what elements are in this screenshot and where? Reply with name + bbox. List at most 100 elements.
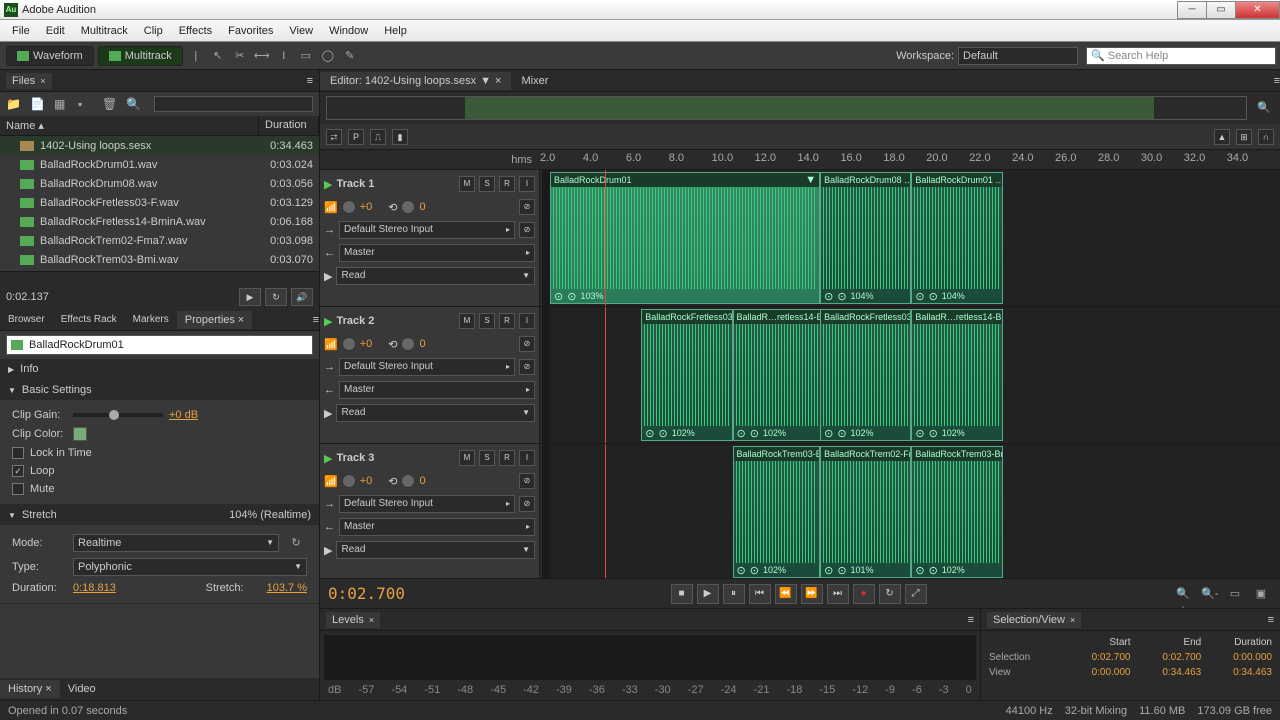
duration-column[interactable]: Duration xyxy=(259,116,319,135)
panel-menu-icon[interactable]: ≡ xyxy=(968,614,974,626)
volume-knob[interactable] xyxy=(342,337,356,351)
mute-checkbox[interactable] xyxy=(12,483,24,495)
menu-favorites[interactable]: Favorites xyxy=(220,22,281,40)
play-button[interactable]: ▶ xyxy=(697,584,719,604)
selview-tab[interactable]: Selection/View × xyxy=(987,612,1081,628)
playhead[interactable] xyxy=(605,170,606,306)
track-name[interactable]: Track 2 xyxy=(336,315,455,327)
pan-knob[interactable] xyxy=(401,200,415,214)
snap-button[interactable]: ▲ xyxy=(1214,129,1230,145)
file-row[interactable]: BalladRockTrem02-Fma7.wav0:03.098 xyxy=(0,231,319,250)
playhead[interactable] xyxy=(605,307,606,443)
arm-button[interactable]: R xyxy=(499,450,515,466)
mixer-tab[interactable]: Mixer xyxy=(511,72,558,90)
close-file-icon[interactable]: ▪ xyxy=(78,97,94,111)
arm-button[interactable]: R xyxy=(499,176,515,192)
automation-dropdown[interactable]: Read▼ xyxy=(336,267,535,285)
preview-play-button[interactable]: ▶ xyxy=(239,288,261,306)
fx-bypass-button[interactable]: ⊘ xyxy=(519,199,535,215)
forward-button[interactable]: ⏭ xyxy=(827,584,849,604)
zoom-out-icon[interactable]: 🔍- xyxy=(1201,586,1217,602)
workspace-dropdown[interactable]: Default xyxy=(958,47,1078,65)
pan-knob[interactable] xyxy=(401,474,415,488)
monitor-button[interactable]: I xyxy=(519,450,535,466)
waveform-mode-button[interactable]: Waveform xyxy=(6,46,94,66)
eq-button[interactable]: ⎍ xyxy=(370,129,386,145)
timeline-overview[interactable] xyxy=(326,96,1247,120)
audio-clip[interactable]: BalladRockTrem03-Bmi▼⊙⊙ 102% xyxy=(733,446,821,578)
menu-help[interactable]: Help xyxy=(376,22,415,40)
marquee-tool-icon[interactable]: ▭ xyxy=(298,48,314,64)
record-button[interactable]: ● xyxy=(853,584,875,604)
track-lane[interactable]: BalladRockTrem03-Bmi▼⊙⊙ 102%BalladRockTr… xyxy=(550,444,1280,578)
file-row[interactable]: BalladRockTrem03-Bmi.wav0:03.070 xyxy=(0,250,319,269)
panel-menu-icon[interactable]: ≡ xyxy=(1274,75,1280,87)
input-mono-button[interactable]: ⊘ xyxy=(519,222,535,238)
menu-clip[interactable]: Clip xyxy=(136,22,171,40)
file-row[interactable]: BalladRockDrum08.wav0:03.056 xyxy=(0,174,319,193)
browser-tab[interactable]: Browser xyxy=(0,311,53,328)
track-play-icon[interactable]: ▶ xyxy=(324,315,332,328)
automation-dropdown[interactable]: Read▼ xyxy=(336,404,535,422)
file-row[interactable]: BalladRockFretless14-BminA.wav0:06.168 xyxy=(0,212,319,231)
audio-clip[interactable]: BalladR…retless14-BminA▼⊙⊙ 102% xyxy=(911,309,1002,441)
track-play-icon[interactable]: ▶ xyxy=(324,452,332,465)
track-name[interactable]: Track 1 xyxy=(336,178,455,190)
skip-fwd-button[interactable]: ⏩ xyxy=(801,584,823,604)
panel-menu-icon[interactable]: ≡ xyxy=(307,75,313,87)
selection-start[interactable]: 0:02.700 xyxy=(1060,652,1131,663)
audio-clip[interactable]: BalladRockFretless03-F▼⊙⊙ 102% xyxy=(641,309,732,441)
automation-dropdown[interactable]: Read▼ xyxy=(336,541,535,559)
files-tab[interactable]: Files × xyxy=(6,73,52,89)
track-name[interactable]: Track 3 xyxy=(336,452,455,464)
time-ruler[interactable]: hms 2.04.06.08.010.012.014.016.018.020.0… xyxy=(320,150,1280,170)
skip-selection-button[interactable]: ⤢ xyxy=(905,584,927,604)
name-column[interactable]: Name ▴ xyxy=(0,116,259,135)
audio-clip[interactable]: BalladRockTrem02-Fma7▼⊙⊙ 101% xyxy=(820,446,911,578)
brush-tool-icon[interactable]: ✎ xyxy=(342,48,358,64)
audio-clip[interactable]: BalladRockFretless03-F▼⊙⊙ 102% xyxy=(820,309,911,441)
meter-button[interactable]: ▮ xyxy=(392,129,408,145)
selection-duration[interactable]: 0:00.000 xyxy=(1201,652,1272,663)
pan-value[interactable]: 0 xyxy=(419,338,425,350)
input-mono-button[interactable]: ⊘ xyxy=(519,359,535,375)
playhead[interactable] xyxy=(605,444,606,578)
delete-icon[interactable]: 🗑 xyxy=(102,97,118,111)
solo-button[interactable]: S xyxy=(479,176,495,192)
clip-gain-slider[interactable] xyxy=(73,413,163,417)
output-dropdown[interactable]: Master▸ xyxy=(339,518,535,536)
loop-checkbox[interactable]: ✓ xyxy=(12,465,24,477)
lasso-tool-icon[interactable]: ◯ xyxy=(320,48,336,64)
open-file-icon[interactable]: 📁 xyxy=(6,97,22,111)
automation-arrow-icon[interactable]: ▶ xyxy=(324,544,332,557)
mute-button[interactable]: M xyxy=(459,450,475,466)
grid-button[interactable]: ⊞ xyxy=(1236,129,1252,145)
fx-button[interactable]: ⮂ xyxy=(326,129,342,145)
input-mono-button[interactable]: ⊘ xyxy=(519,496,535,512)
zoom-full-icon[interactable]: ▭ xyxy=(1227,586,1243,602)
volume-knob[interactable] xyxy=(342,200,356,214)
move-tool-icon[interactable]: ↖ xyxy=(210,48,226,64)
razor-tool-icon[interactable]: ✂ xyxy=(232,48,248,64)
menu-file[interactable]: File xyxy=(4,22,38,40)
search-help-input[interactable]: 🔍 Search Help xyxy=(1086,47,1276,65)
skip-back-button[interactable]: ⏪ xyxy=(775,584,797,604)
file-row[interactable]: BalladRockFretless03-F.wav0:03.129 xyxy=(0,193,319,212)
mute-button[interactable]: M xyxy=(459,313,475,329)
menu-edit[interactable]: Edit xyxy=(38,22,73,40)
file-row[interactable]: 1402-Using loops.sesx0:34.463 xyxy=(0,136,319,155)
loop-playback-button[interactable]: ↻ xyxy=(879,584,901,604)
sends-button[interactable]: P xyxy=(348,129,364,145)
fx-bypass-button[interactable]: ⊘ xyxy=(519,336,535,352)
menu-effects[interactable]: Effects xyxy=(171,22,220,40)
volume-value[interactable]: +0 xyxy=(360,338,373,350)
pause-button[interactable]: ⏸ xyxy=(723,584,745,604)
selection-end[interactable]: 0:02.700 xyxy=(1131,652,1202,663)
automation-arrow-icon[interactable]: ▶ xyxy=(324,270,332,283)
editor-tab[interactable]: Editor: 1402-Using loops.sesx ▼ × xyxy=(320,72,511,90)
stretch-duration-value[interactable]: 0:18.813 xyxy=(73,582,116,594)
output-dropdown[interactable]: Master▸ xyxy=(339,244,535,262)
timecode-display[interactable]: 0:02.700 xyxy=(328,584,405,603)
zoom-sel-icon[interactable]: ▣ xyxy=(1253,586,1269,602)
preview-autoplay-button[interactable]: 🔊 xyxy=(291,288,313,306)
